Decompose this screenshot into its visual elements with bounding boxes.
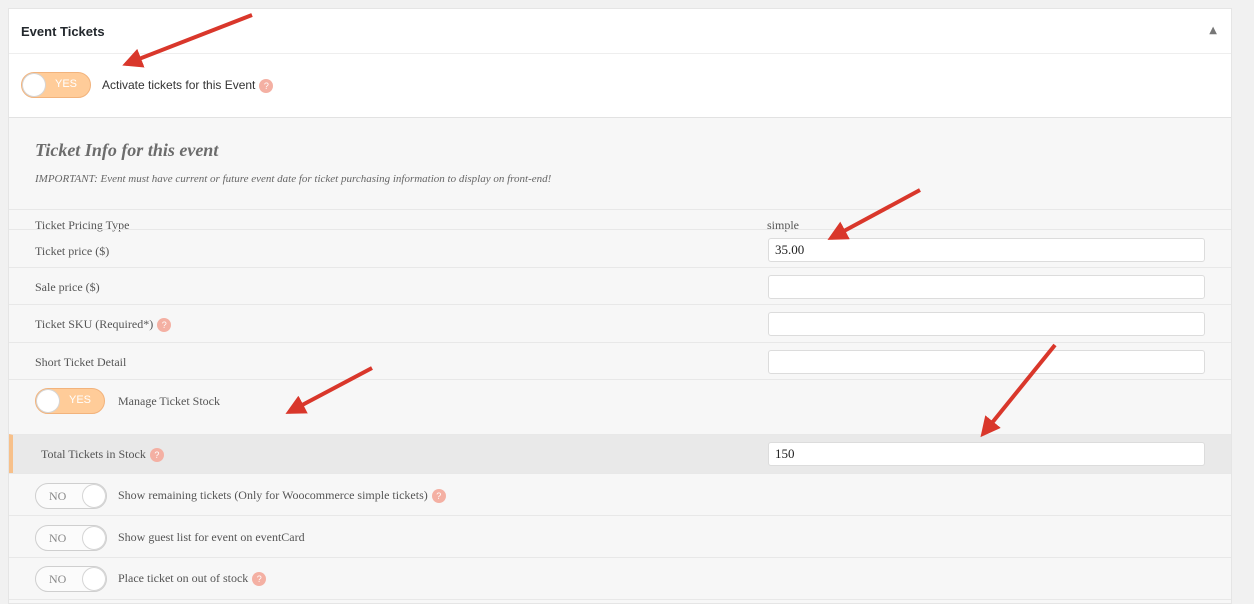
total-stock-row: Total Tickets in Stock? 150	[9, 434, 1231, 473]
metabox-title: Event Tickets	[21, 24, 105, 39]
help-icon[interactable]: ?	[431, 489, 446, 504]
show-remaining-row: NO Show remaining tickets (Only for Wooc…	[9, 473, 1231, 516]
toggle-knob	[37, 390, 59, 412]
show-remaining-text: Show remaining tickets (Only for Woocomm…	[118, 488, 428, 502]
guest-list-row: NO Show guest list for event on eventCar…	[9, 515, 1231, 558]
activate-tickets-toggle[interactable]: YES	[21, 72, 91, 98]
show-remaining-label: Show remaining tickets (Only for Woocomm…	[118, 488, 446, 504]
total-stock-text: Total Tickets in Stock	[41, 447, 146, 461]
ticket-info-section: Ticket Info for this event IMPORTANT: Ev…	[9, 117, 1231, 603]
metabox-header[interactable]: Event Tickets ▲	[9, 9, 1231, 54]
toggle-knob	[83, 568, 105, 590]
toggle-knob	[83, 485, 105, 507]
help-icon[interactable]: ?	[259, 78, 274, 93]
toggle-label: NO	[49, 489, 67, 503]
short-detail-input[interactable]	[768, 350, 1205, 374]
ticket-sku-input[interactable]	[768, 312, 1205, 336]
toggle-knob	[83, 527, 105, 549]
activate-tickets-row: YES Activate tickets for this Event?	[9, 53, 1231, 117]
toggle-label: YES	[69, 394, 92, 406]
total-stock-label: Total Tickets in Stock?	[41, 447, 164, 463]
ticket-info-note: IMPORTANT: Event must have current or fu…	[35, 173, 552, 185]
short-detail-label: Short Ticket Detail	[35, 355, 127, 369]
guest-list-label: Show guest list for event on eventCard	[118, 530, 305, 544]
ticket-price-row: Ticket price ($) 35.00	[9, 229, 1231, 268]
toggle-label: NO	[49, 531, 67, 545]
show-remaining-toggle[interactable]: NO	[35, 483, 107, 509]
ticket-price-label: Ticket price ($)	[35, 244, 110, 258]
manage-stock-row: YES Manage Ticket Stock	[9, 379, 1231, 421]
ticket-price-input[interactable]: 35.00	[768, 238, 1205, 262]
total-stock-input[interactable]: 150	[768, 442, 1205, 466]
manage-stock-toggle[interactable]: YES	[35, 388, 105, 414]
out-of-stock-row: NO Place ticket on out of stock?	[9, 557, 1231, 600]
event-tickets-metabox: Event Tickets ▲ YES Activate tickets for…	[8, 8, 1232, 604]
help-icon[interactable]: ?	[157, 318, 172, 333]
activate-tickets-text: Activate tickets for this Event	[102, 78, 256, 92]
out-of-stock-text: Place ticket on out of stock	[118, 571, 249, 585]
help-icon[interactable]: ?	[149, 448, 164, 463]
sale-price-label: Sale price ($)	[35, 280, 100, 294]
guest-list-toggle[interactable]: NO	[35, 525, 107, 551]
short-detail-row: Short Ticket Detail	[9, 342, 1231, 380]
toggle-label: YES	[55, 78, 78, 90]
ticket-sku-label: Ticket SKU (Required*)?	[35, 317, 172, 333]
sale-price-input[interactable]	[768, 275, 1205, 299]
sale-price-row: Sale price ($)	[9, 267, 1231, 305]
manage-stock-label: Manage Ticket Stock	[118, 394, 220, 408]
triangle-up-icon[interactable]: ▲	[1209, 25, 1217, 36]
out-of-stock-toggle[interactable]: NO	[35, 566, 107, 592]
ticket-info-title: Ticket Info for this event	[35, 140, 219, 160]
toggle-knob	[23, 74, 45, 96]
out-of-stock-label: Place ticket on out of stock?	[118, 571, 267, 587]
toggle-label: NO	[49, 572, 67, 586]
ticket-sku-row: Ticket SKU (Required*)?	[9, 304, 1231, 343]
help-icon[interactable]: ?	[252, 572, 267, 587]
activate-tickets-label: Activate tickets for this Event?	[102, 78, 274, 93]
ticket-sku-text: Ticket SKU (Required*)	[35, 317, 154, 331]
